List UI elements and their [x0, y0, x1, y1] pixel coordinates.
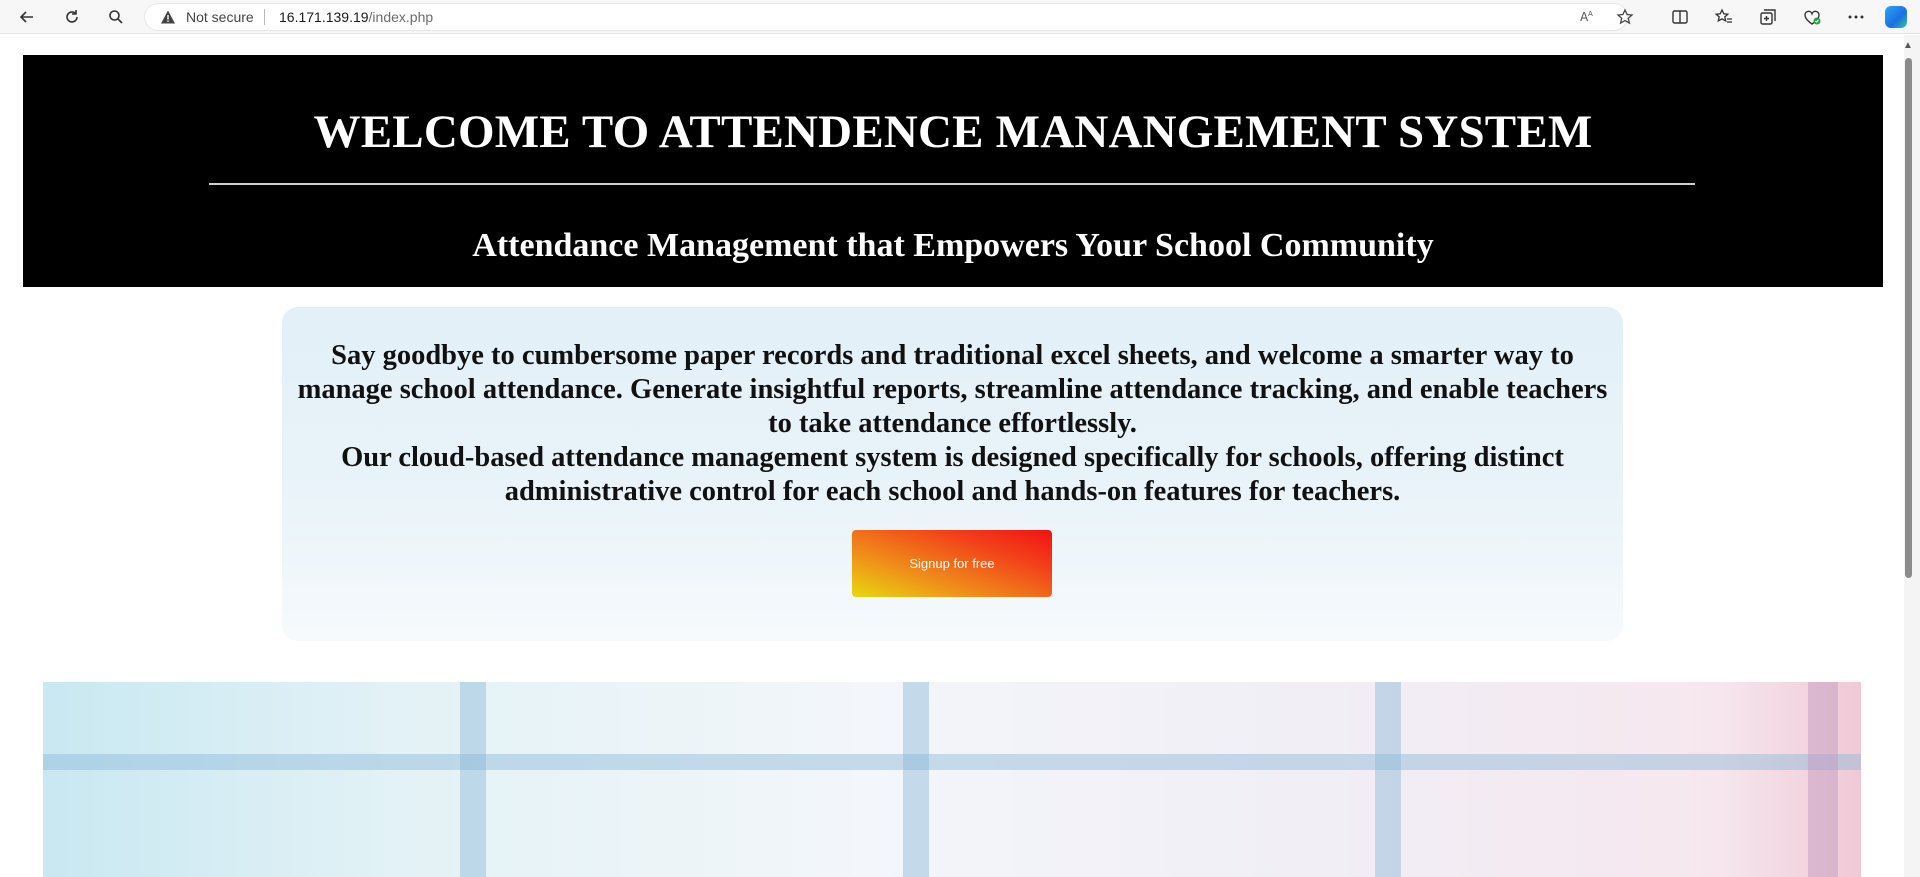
- intro-card: Say goodbye to cumbersome paper records …: [282, 307, 1623, 641]
- search-icon[interactable]: [102, 4, 130, 30]
- url-host: 16.171.139.19: [279, 9, 369, 25]
- hero-banner: WELCOME TO ATTENDENCE MANANGEMENT SYSTEM…: [23, 55, 1883, 287]
- scroll-up-arrow[interactable]: ▲: [1903, 40, 1913, 51]
- page-subtitle: Attendance Management that Empowers Your…: [472, 227, 1434, 264]
- browser-essentials-icon[interactable]: [1802, 7, 1822, 27]
- copilot-icon[interactable]: [1885, 6, 1907, 28]
- favorites-icon[interactable]: [1714, 7, 1734, 27]
- address-separator: [264, 9, 265, 25]
- url-text[interactable]: 16.171.139.19/index.php: [279, 9, 433, 25]
- window-frame-vertical: [903, 682, 929, 877]
- hero-divider: [209, 183, 1695, 185]
- favorite-star-icon[interactable]: [1616, 8, 1634, 26]
- address-bar[interactable]: Not secure 16.171.139.19/index.php AA: [144, 3, 1634, 31]
- window-frame-vertical: [460, 682, 486, 877]
- collections-icon[interactable]: [1758, 7, 1778, 27]
- classroom-window-image: [43, 682, 1861, 877]
- svg-text:A: A: [1588, 10, 1593, 18]
- back-arrow-icon[interactable]: [13, 4, 41, 30]
- window-frame-horizontal: [43, 754, 1861, 770]
- refresh-icon[interactable]: [58, 4, 86, 30]
- intro-paragraph-1: Say goodbye to cumbersome paper records …: [297, 340, 1608, 439]
- warning-icon[interactable]: [160, 9, 176, 25]
- intro-paragraph-2: Our cloud-based attendance management sy…: [341, 442, 1564, 507]
- split-screen-icon[interactable]: [1670, 7, 1690, 27]
- page-title: WELCOME TO ATTENDENCE MANANGEMENT SYSTEM: [313, 106, 1593, 158]
- security-status[interactable]: Not secure: [186, 9, 254, 25]
- read-aloud-icon[interactable]: AA: [1578, 8, 1596, 26]
- page-viewport: WELCOME TO ATTENDENCE MANANGEMENT SYSTEM…: [0, 35, 1904, 877]
- signup-button[interactable]: Signup for free: [852, 530, 1052, 597]
- window-frame-vertical: [1808, 682, 1838, 877]
- url-path: /index.php: [368, 9, 434, 25]
- window-frame-vertical: [1375, 682, 1401, 877]
- scrollbar-thumb[interactable]: [1905, 58, 1912, 578]
- more-icon[interactable]: [1846, 7, 1866, 27]
- browser-toolbar: Not secure 16.171.139.19/index.php AA: [0, 0, 1920, 34]
